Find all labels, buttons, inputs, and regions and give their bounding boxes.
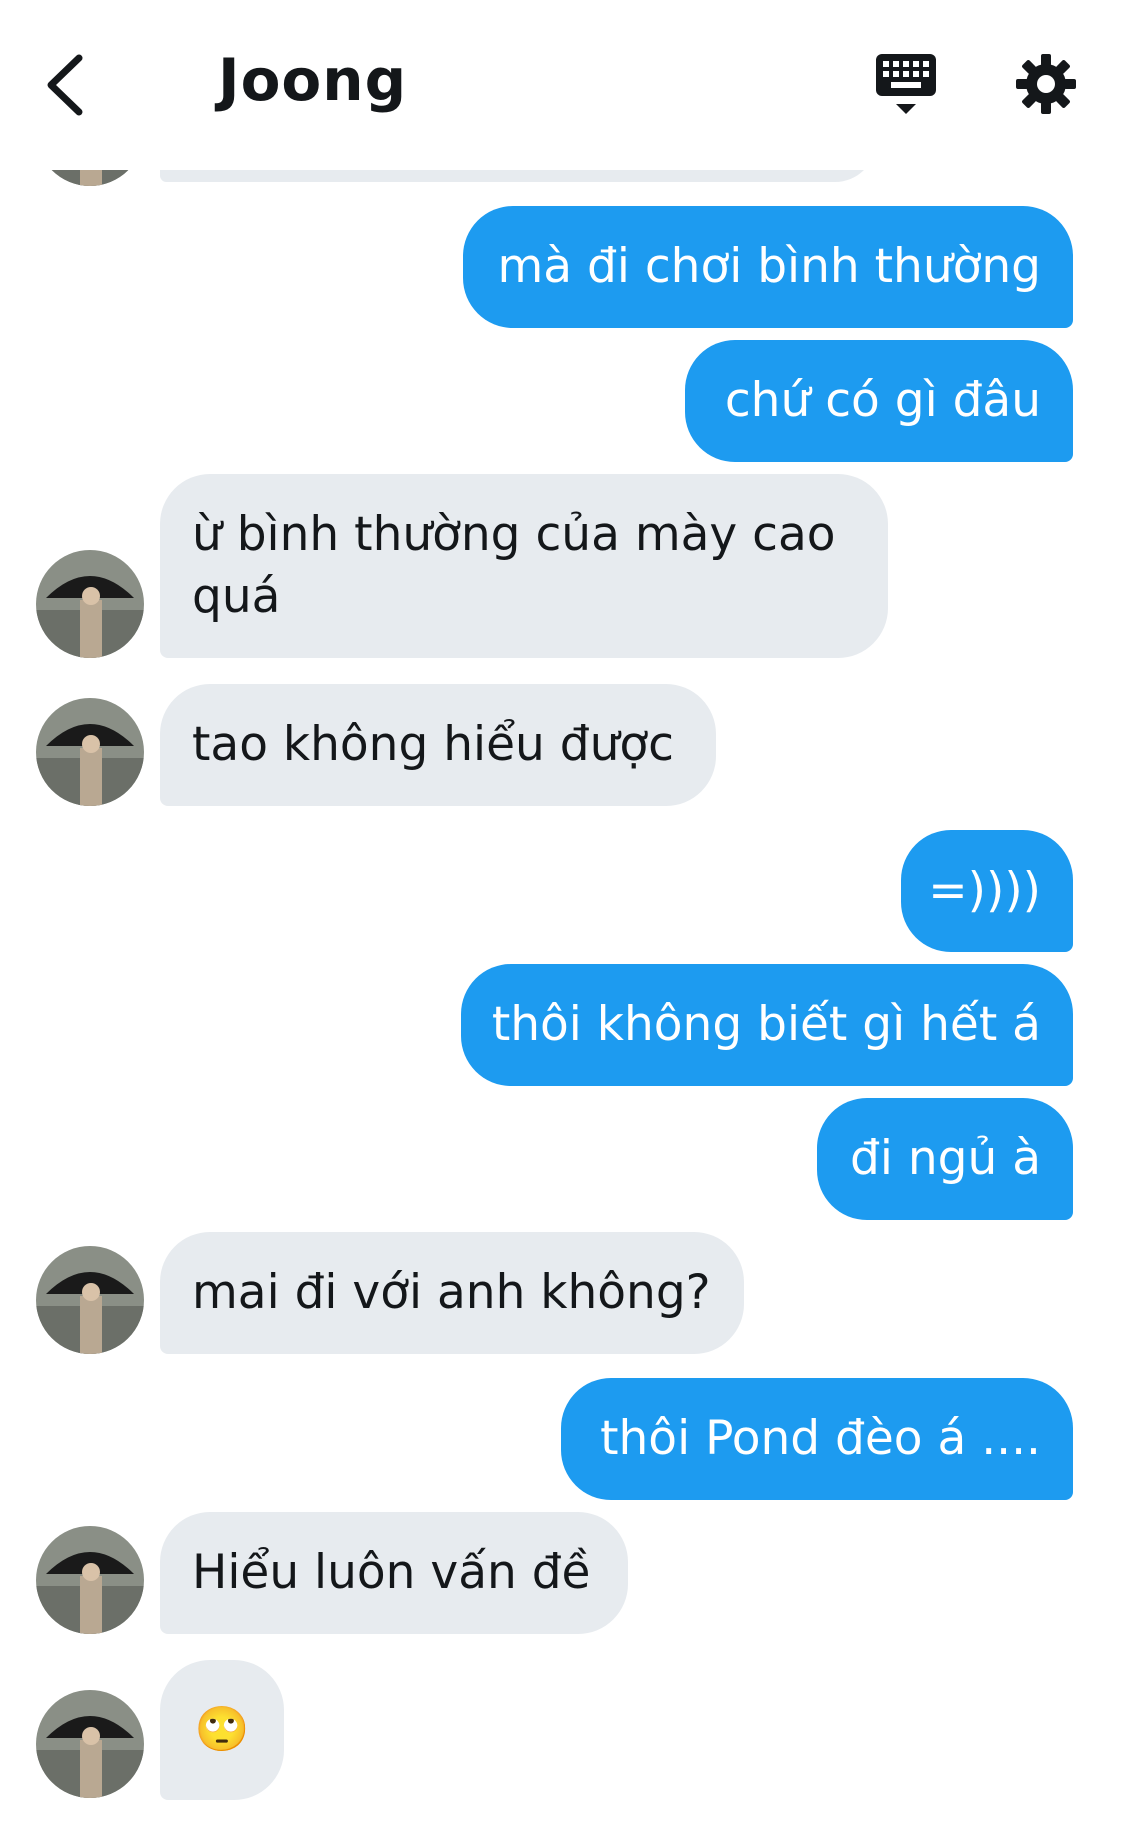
message-bubble-outgoing[interactable]: thôi Pond đèo á .... — [561, 1378, 1073, 1500]
avatar[interactable] — [36, 1690, 144, 1798]
message-bubble-outgoing[interactable]: đi ngủ à — [817, 1098, 1073, 1220]
message-bubble-outgoing[interactable]: chứ có gì đâu — [685, 340, 1073, 462]
message-bubble-incoming[interactable]: mai đi với anh không? — [160, 1232, 744, 1354]
eye-roll-emoji: 🙄 — [194, 1704, 250, 1755]
message-bubble-incoming[interactable]: Hiểu luôn vấn đề — [160, 1512, 628, 1634]
gear-icon — [1016, 54, 1076, 114]
message-bubble-outgoing[interactable]: thôi không biết gì hết á — [461, 964, 1073, 1086]
message-text: =)))) — [928, 863, 1041, 918]
keyboard-button[interactable] — [874, 52, 938, 118]
message-text: thôi Pond đèo á .... — [600, 1411, 1041, 1466]
message-bubble-outgoing[interactable]: mà đi chơi bình thường — [463, 206, 1073, 328]
message-bubble-incoming[interactable]: 🙄 — [160, 1660, 284, 1800]
message-text: mai đi với anh không? — [192, 1265, 711, 1320]
chevron-left-icon — [47, 54, 83, 116]
avatar[interactable] — [36, 1526, 144, 1634]
settings-button[interactable] — [1014, 52, 1078, 116]
keyboard-icon — [876, 54, 936, 114]
avatar[interactable] — [36, 1246, 144, 1354]
conversation-header: Joong — [0, 0, 1125, 170]
message-bubble-incoming[interactable]: tao không hiểu được — [160, 684, 716, 806]
message-text: thôi không biết gì hết á — [491, 997, 1041, 1052]
back-button[interactable] — [40, 52, 90, 118]
conversation-title[interactable]: Joong — [218, 46, 407, 114]
message-text: ừ bình thường của mày cao quá — [192, 507, 836, 624]
message-text: tao không hiểu được — [192, 717, 674, 772]
message-bubble-incoming[interactable]: ừ bình thường của mày cao quá — [160, 474, 888, 658]
message-text: mà đi chơi bình thường — [497, 239, 1041, 294]
message-text: chứ có gì đâu — [724, 373, 1041, 428]
message-text: Hiểu luôn vấn đề — [192, 1545, 591, 1600]
message-thread[interactable]: mà đi chơi bình thường chứ có gì đâu ừ b… — [0, 0, 1125, 1838]
message-bubble-outgoing[interactable]: =)))) — [901, 830, 1073, 952]
avatar[interactable] — [36, 550, 144, 658]
message-text: đi ngủ à — [850, 1131, 1041, 1186]
avatar[interactable] — [36, 698, 144, 806]
